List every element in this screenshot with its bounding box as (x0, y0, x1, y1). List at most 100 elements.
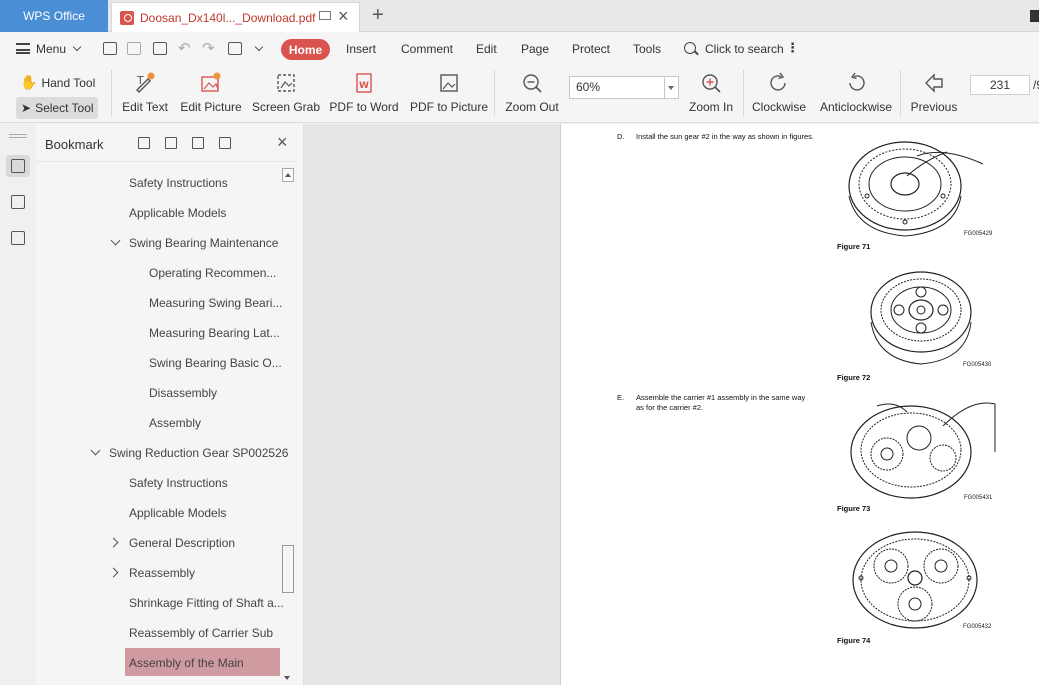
panel-divider (36, 161, 298, 162)
cursor-icon: ➤ (21, 101, 32, 115)
zoom-select[interactable]: 60% (569, 76, 679, 99)
tab-insert[interactable]: Insert (346, 42, 376, 56)
select-tool-button[interactable]: ➤ Select Tool (16, 97, 98, 119)
tab-tools[interactable]: Tools (633, 42, 661, 56)
grip-handle[interactable] (9, 134, 27, 138)
scroll-down-button[interactable] (282, 671, 294, 685)
pdf-to-word-button[interactable]: W PDF to Word (329, 66, 399, 123)
previous-button[interactable]: Previous (909, 66, 959, 123)
search-box[interactable]: Click to search (705, 42, 784, 56)
bookmark-item[interactable]: General Description (129, 536, 235, 550)
bookmark-item[interactable]: Applicable Models (129, 206, 226, 220)
chevron-down-icon[interactable] (72, 42, 82, 52)
zoom-out-label: Zoom Out (505, 100, 559, 114)
zoom-out-button[interactable]: Zoom Out (503, 66, 561, 123)
bookmark-item[interactable]: Swing Reduction Gear SP002526 (109, 446, 288, 460)
app-tab-label: WPS Office (23, 9, 85, 23)
redo-icon[interactable]: ↷ (202, 39, 215, 57)
scrollbar-thumb[interactable] (282, 545, 294, 593)
scroll-up-button[interactable] (282, 168, 294, 182)
menu-button[interactable]: Menu (36, 42, 66, 56)
edit-text-button[interactable]: T Edit Text (121, 66, 169, 123)
edit-picture-button[interactable]: Edit Picture (180, 66, 242, 123)
bookmark-item[interactable]: Applicable Models (129, 506, 226, 520)
page-number-input[interactable]: 231 (970, 75, 1030, 95)
thumbnail-panel-toggle[interactable] (6, 191, 30, 213)
bookmark-item[interactable]: Shrinkage Fitting of Shaft a... (129, 596, 284, 610)
annotation-panel-toggle[interactable] (6, 227, 30, 249)
document-tab[interactable]: Doosan_Dx140l..._Download.pdf × (111, 2, 360, 32)
hand-tool-button[interactable]: ✋ Hand Tool (20, 74, 95, 91)
zoom-in-label: Zoom In (688, 100, 733, 114)
screen-grab-button[interactable]: Screen Grab (252, 66, 320, 123)
chevron-right-icon[interactable] (108, 567, 119, 578)
bookmark-item[interactable]: Disassembly (149, 386, 217, 400)
bookmark-item[interactable]: Reassembly (129, 566, 195, 580)
chevron-down-icon[interactable] (110, 235, 121, 246)
anticlockwise-button[interactable]: Anticlockwise (819, 66, 893, 123)
bookmark-item[interactable]: Measuring Bearing Lat... (149, 326, 280, 340)
bookmark-item[interactable]: Assembly (149, 416, 201, 430)
bookmark-item[interactable]: Swing Bearing Basic O... (149, 356, 282, 370)
step-e-text-line-2: as for the carrier #2. (636, 403, 704, 412)
toolbar-divider (494, 70, 495, 116)
bookmark-item[interactable]: Safety Instructions (129, 176, 228, 190)
annotation-icon (11, 231, 25, 245)
chevron-right-icon[interactable] (108, 537, 119, 548)
close-panel-icon[interactable]: × (277, 132, 288, 152)
undo-icon[interactable]: ↶ (178, 39, 191, 57)
figure-caption: Figure 74 (837, 636, 871, 645)
tab-page[interactable]: Page (521, 42, 549, 56)
pdf-to-word-label: PDF to Word (329, 100, 399, 114)
expand-all-icon[interactable] (138, 137, 150, 149)
zoom-out-icon (521, 72, 543, 94)
zoom-in-button[interactable]: Zoom In (686, 66, 736, 123)
zoom-dropdown-icon[interactable] (664, 77, 678, 98)
zoom-in-icon (700, 72, 722, 94)
figure-caption: Figure 72 (837, 373, 871, 382)
add-bookmark-icon[interactable] (192, 137, 204, 149)
app-tab[interactable]: WPS Office (0, 0, 108, 32)
figure-74-image (851, 528, 983, 637)
anticlockwise-label: Anticlockwise (819, 100, 893, 114)
menu-bar: Menu ↶ ↷ Home Insert Comment Edit Page P… (0, 32, 1039, 66)
quick-access-dropdown-icon[interactable] (254, 42, 264, 52)
page-total: /9 (1033, 78, 1039, 92)
bookmark-panel-toggle[interactable] (6, 155, 30, 177)
new-tab-icon[interactable]: + (372, 2, 384, 28)
step-e-letter: E. (617, 393, 625, 402)
print-icon[interactable] (153, 42, 167, 55)
step-d-text: Install the sun gear #2 in the way as sh… (636, 132, 815, 141)
menu-icon[interactable] (16, 43, 30, 54)
page-number-value: 231 (989, 78, 1011, 92)
tab-home[interactable]: Home (281, 39, 330, 60)
bookmark-item[interactable]: Swing Bearing Maintenance (129, 236, 278, 250)
clockwise-button[interactable]: Clockwise (751, 66, 807, 123)
bookmark-panel: Bookmark × Safety Instructions Applicabl… (36, 124, 304, 685)
close-tab-icon[interactable]: × (338, 6, 349, 26)
window-control-icon[interactable] (1030, 10, 1039, 22)
bookmark-item[interactable]: Operating Recommen... (149, 266, 276, 280)
tab-protect[interactable]: Protect (572, 42, 610, 56)
monitor-icon[interactable] (319, 11, 331, 20)
toolbar: ✋ Hand Tool ➤ Select Tool T Edit Text Ed… (0, 66, 1039, 123)
bookmark-settings-icon[interactable] (219, 137, 231, 149)
more-icon[interactable]: ⋮ (786, 40, 799, 56)
screen-grab-icon (275, 72, 297, 94)
tab-edit[interactable]: Edit (476, 42, 497, 56)
figure-73-image (847, 396, 997, 505)
chevron-down-icon[interactable] (90, 445, 101, 456)
bookmark-item[interactable]: Measuring Swing Beari... (149, 296, 282, 310)
toolbar-divider (743, 70, 744, 116)
pdf-to-picture-button[interactable]: PDF to Picture (410, 66, 488, 123)
bookmark-item[interactable]: Safety Instructions (129, 476, 228, 490)
document-viewer[interactable]: D. Install the sun gear #2 in the way as… (304, 124, 1039, 685)
open-folder-icon[interactable] (103, 42, 117, 55)
tab-comment[interactable]: Comment (401, 42, 453, 56)
share-icon[interactable] (228, 42, 242, 55)
collapse-all-icon[interactable] (165, 137, 177, 149)
bookmark-item[interactable]: Reassembly of Carrier Sub (129, 626, 273, 640)
bookmark-item-selected-label: Assembly of the Main (129, 656, 244, 670)
search-icon[interactable] (684, 42, 696, 54)
save-icon[interactable] (127, 42, 141, 55)
